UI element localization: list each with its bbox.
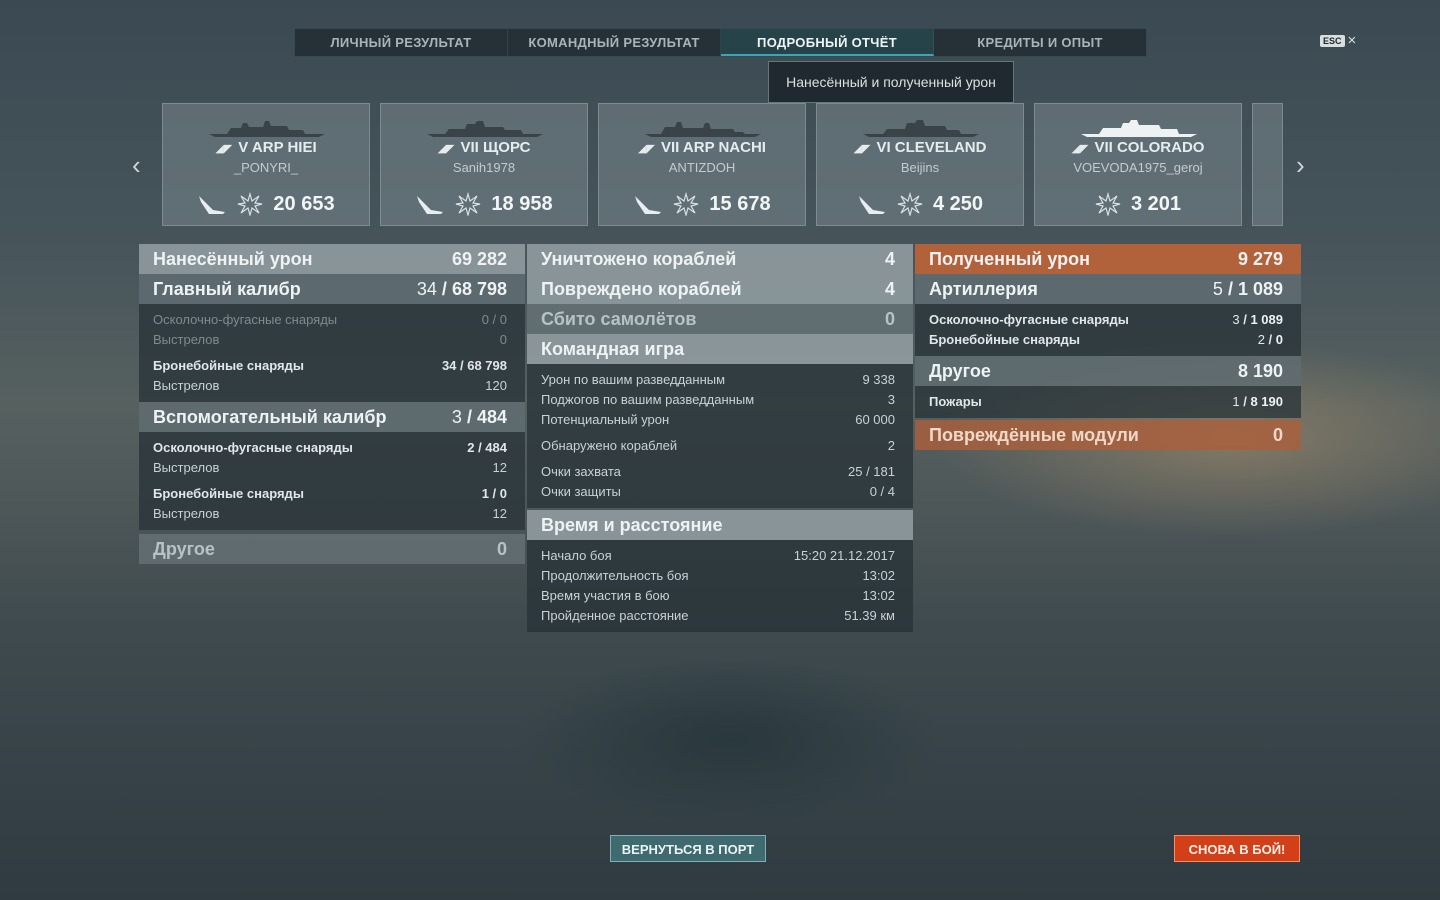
ship-name: ◢◤ VII ARP NACHI — [638, 139, 766, 156]
ship-damage: 4 250 — [932, 192, 984, 215]
ship-damage: 18 958 — [491, 192, 553, 215]
stat-row: Очки защиты 0 / 4 — [541, 484, 895, 499]
damage-burst-icon — [674, 192, 699, 216]
ship-name: ◢◤ VII ЩОРС — [437, 139, 531, 156]
planes-header: Сбито самолётов 0 — [527, 304, 913, 334]
player-name: Sanih1978 — [452, 160, 516, 175]
stat-row: Потенциальный урон 60 000 — [541, 412, 895, 427]
stat-row: Выстрелов 120 — [153, 378, 507, 393]
stat-row: Выстрелов 12 — [153, 506, 507, 521]
stat-row: Выстрелов 12 — [153, 460, 507, 475]
carousel-next-button[interactable]: › — [1296, 150, 1305, 181]
player-name: _PONYRI_ — [233, 160, 299, 175]
tab-detailed-report[interactable]: ПОДРОБНЫЙ ОТЧЁТ — [721, 29, 934, 56]
ship-damage: 3 201 — [1130, 192, 1182, 215]
secondary-battery-header: Вспомогательный калибр 3 / 484 — [139, 402, 525, 432]
stat-row: Осколочно-фугасные снаряды 0 / 0 — [153, 312, 507, 327]
ship-name: ◢◤ VI CLEVELAND — [853, 139, 987, 156]
tab-bar: ЛИЧНЫЙ РЕЗУЛЬТАТ КОМАНДНЫЙ РЕЗУЛЬТАТ ПОД… — [294, 28, 1147, 57]
stat-row: Поджогов по вашим разведданным 3 — [541, 392, 895, 407]
ship-silhouette-icon — [209, 121, 325, 137]
ship-class-icon: ◢◤ — [437, 143, 455, 155]
ship-class-icon: ◢◤ — [215, 143, 233, 155]
stat-row: Начало боя 15:20 21.12.2017 — [541, 548, 895, 563]
teamplay-header: Командная игра — [527, 334, 913, 364]
battle-again-button[interactable]: СНОВА В БОЙ! — [1174, 835, 1300, 862]
combat-summary-panel: Уничтожено кораблей 4 Повреждено кораблей… — [527, 244, 913, 632]
stat-row: Урон по вашим разведданным 9 338 — [541, 372, 895, 387]
damage-received-header: Полученный урон 9 279 — [915, 244, 1301, 274]
ship-name: ◢◤ VII COLORADO — [1071, 139, 1205, 156]
sunk-ship-icon — [199, 196, 226, 214]
tab-credits-xp[interactable]: КРЕДИТЫ И ОПЫТ — [934, 29, 1146, 56]
damage-burst-icon — [1095, 192, 1121, 216]
ship-class-icon: ◢◤ — [1071, 143, 1089, 155]
sunk-ship-icon — [417, 196, 444, 214]
damage-dealt-header: Нанесённый урон 69 282 — [139, 244, 525, 274]
damage-received-panel: Полученный урон 9 279 Артиллерия 5 / 1 08… — [915, 244, 1301, 450]
ship-card[interactable] — [1252, 103, 1283, 226]
damage-burst-icon — [897, 192, 923, 216]
close-button[interactable]: ESC × — [1320, 32, 1357, 49]
received-other-details: Пожары 1 / 8 190 — [915, 386, 1301, 418]
ship-card[interactable]: ◢◤ VII ARP NACHI ANTIZDOH 15 678 — [598, 103, 806, 226]
artillery-details: Осколочно-фугасные снаряды 3 / 1 089 Брон… — [915, 304, 1301, 356]
time-distance-header: Время и расстояние — [527, 510, 913, 540]
secondary-battery-details: Осколочно-фугасные снаряды 2 / 484 Выстре… — [139, 432, 525, 530]
stat-row: Бронебойные снаряды 34 / 68 798 — [153, 358, 507, 373]
damage-dealt-panel: Нанесённый урон 69 282 Главный калибр 34 … — [139, 244, 525, 564]
teamplay-details: Урон по вашим разведданным 9 338 Поджогов… — [527, 364, 913, 508]
close-icon: × — [1347, 32, 1357, 49]
return-to-port-button[interactable]: ВЕРНУТЬСЯ В ПОРТ — [610, 835, 766, 862]
ship-card[interactable]: ◢◤ V ARP HIEI _PONYRI_ 20 653 — [162, 103, 370, 226]
damage-burst-icon — [456, 192, 481, 216]
ship-name: ◢◤ V ARP HIEI — [215, 139, 317, 156]
ship-silhouette-icon — [863, 120, 979, 137]
ship-class-icon: ◢◤ — [853, 143, 871, 155]
received-other-header: Другое 8 190 — [915, 356, 1301, 386]
sunk-ship-icon — [635, 196, 662, 214]
stat-row: Выстрелов 0 — [153, 332, 507, 347]
stat-row: Бронебойные снаряды 2 / 0 — [929, 332, 1283, 347]
ship-silhouette-icon — [645, 122, 761, 137]
ship-damage: 15 678 — [709, 192, 771, 215]
time-distance-details: Начало боя 15:20 21.12.2017 Продолжительн… — [527, 540, 913, 632]
carousel-prev-button[interactable]: ‹ — [132, 150, 141, 181]
ship-silhouette-icon — [1081, 120, 1197, 137]
player-name: VOEVODA1975_geroj — [1073, 160, 1203, 175]
tab-personal-result[interactable]: ЛИЧНЫЙ РЕЗУЛЬТАТ — [295, 29, 508, 56]
ship-silhouette-icon — [427, 121, 543, 137]
ship-class-icon: ◢◤ — [638, 143, 655, 155]
ship-card[interactable]: ◢◤ VII COLORADO VOEVODA1975_geroj 3 201 — [1034, 103, 1242, 226]
ship-card[interactable]: ◢◤ VII ЩОРС Sanih1978 18 958 — [380, 103, 588, 226]
stat-row: Очки захвата 25 / 181 — [541, 464, 895, 479]
tooltip: Нанесённый и полученный урон — [768, 61, 1014, 103]
stat-row: Обнаружено кораблей 2 — [541, 438, 895, 453]
ship-card[interactable]: ◢◤ VI CLEVELAND Beijins 4 250 — [816, 103, 1024, 226]
dealt-other-header: Другое 0 — [139, 534, 525, 564]
stat-row: Пожары 1 / 8 190 — [929, 394, 1283, 409]
stat-row: Пройденное расстояние 51.39 км — [541, 608, 895, 623]
stat-row: Бронебойные снаряды 1 / 0 — [153, 486, 507, 501]
stat-row: Осколочно-фугасные снаряды 3 / 1 089 — [929, 312, 1283, 327]
stat-row: Время участия в бою 13:02 — [541, 588, 895, 603]
tab-team-result[interactable]: КОМАНДНЫЙ РЕЗУЛЬТАТ — [508, 29, 721, 56]
stat-row: Продолжительность боя 13:02 — [541, 568, 895, 583]
destroyed-header: Уничтожено кораблей 4 — [527, 244, 913, 274]
player-name: Beijins — [900, 160, 940, 175]
artillery-header: Артиллерия 5 / 1 089 — [915, 274, 1301, 304]
player-name: ANTIZDOH — [668, 160, 736, 175]
main-battery-header: Главный калибр 34 / 68 798 — [139, 274, 525, 304]
damaged-header: Повреждено кораблей 4 — [527, 274, 913, 304]
main-battery-details: Осколочно-фугасные снаряды 0 / 0 Выстрело… — [139, 304, 525, 402]
stat-row: Осколочно-фугасные снаряды 2 / 484 — [153, 440, 507, 455]
damage-burst-icon — [238, 192, 263, 216]
sunk-ship-icon — [858, 196, 885, 214]
esc-key-icon: ESC — [1320, 35, 1345, 47]
ship-damage: 20 653 — [273, 192, 335, 215]
damaged-modules-header: Повреждённые модули 0 — [915, 420, 1301, 450]
